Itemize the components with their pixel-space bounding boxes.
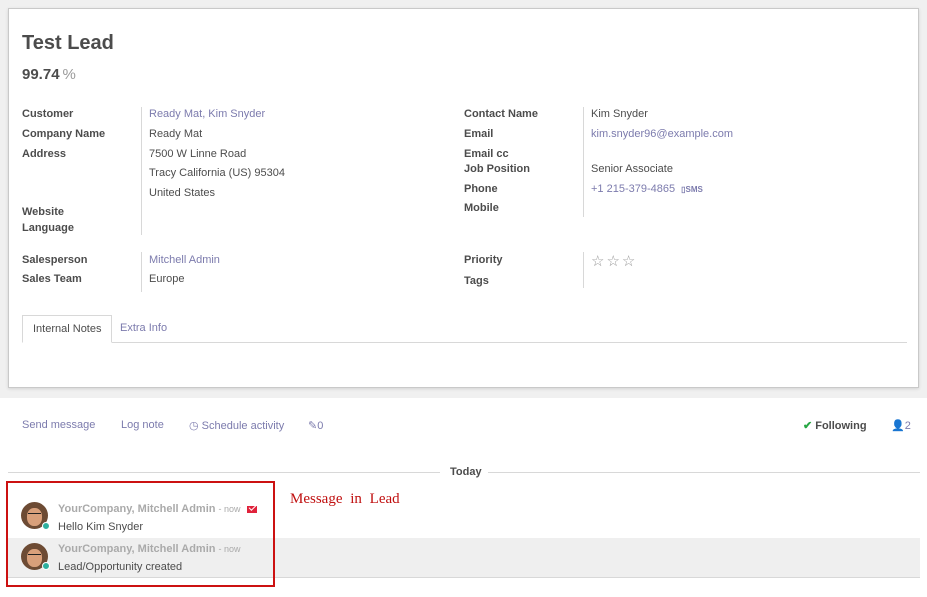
phone-label: Phone xyxy=(464,183,498,195)
sms-button[interactable]: ▯SMS xyxy=(681,185,703,194)
company-value[interactable]: Ready Mat xyxy=(149,128,202,140)
followers-count: 2 xyxy=(904,420,911,432)
company-label: Company Name xyxy=(22,128,106,140)
email-label: Email xyxy=(464,128,494,140)
contact-label: Contact Name xyxy=(464,108,538,120)
address-country[interactable]: United States xyxy=(149,187,215,199)
salesperson-label: Salesperson xyxy=(22,254,88,266)
clock-icon: ◷ xyxy=(189,420,199,432)
address-state[interactable]: California (US) xyxy=(179,167,251,179)
tab-internal-notes[interactable]: Internal Notes xyxy=(22,315,113,343)
tab-extra-info[interactable]: Extra Info xyxy=(110,315,177,343)
sales-team-value[interactable]: Europe xyxy=(149,273,184,285)
customer-label: Customer xyxy=(22,108,74,120)
log-note-button[interactable]: Log note xyxy=(121,419,164,431)
left-column-divider-2 xyxy=(141,252,142,292)
mobile-label: Mobile xyxy=(464,202,499,214)
sms-label: SMS xyxy=(685,185,703,194)
date-separator-line-left xyxy=(8,472,440,473)
date-separator-line-right xyxy=(488,472,920,473)
followers-button[interactable]: 👤2 xyxy=(891,419,911,432)
phone-value[interactable]: +1 215-379-4865 xyxy=(591,183,675,195)
left-column-divider xyxy=(141,107,142,235)
email-value[interactable]: kim.snyder96@example.com xyxy=(591,128,733,140)
salesperson-value[interactable]: Mitchell Admin xyxy=(149,254,220,266)
address-city[interactable]: Tracy xyxy=(149,167,176,179)
record-title[interactable]: Test Lead xyxy=(22,32,114,55)
website-label: Website xyxy=(22,206,64,218)
date-separator: Today xyxy=(450,466,482,478)
notebook-tabs: Internal Notes Extra Info xyxy=(22,315,907,343)
right-column-divider xyxy=(583,107,584,217)
probability-value[interactable]: 99.74 xyxy=(22,66,60,83)
address-zip[interactable]: 95304 xyxy=(254,167,285,179)
check-icon: ✔ xyxy=(803,420,813,432)
annotation-label: Message in Lead xyxy=(290,491,400,507)
user-icon: 👤 xyxy=(891,420,905,432)
send-message-button[interactable]: Send message xyxy=(22,419,95,431)
schedule-activity-button[interactable]: ◷ Schedule activity xyxy=(189,419,284,432)
sales-team-label: Sales Team xyxy=(22,273,82,285)
address-label: Address xyxy=(22,148,67,160)
attachments-count: 0 xyxy=(317,420,324,432)
job-position-label: Job Position xyxy=(464,163,530,175)
schedule-activity-label: Schedule activity xyxy=(201,420,285,432)
following-button[interactable]: ✔ Following xyxy=(803,419,867,432)
attachments-button[interactable]: ✎0 xyxy=(308,419,323,432)
form-sheet: Test Lead 99.74% Customer Ready Mat, Kim… xyxy=(8,8,919,388)
contact-value[interactable]: Kim Snyder xyxy=(591,108,648,120)
annotation-highlight-box xyxy=(6,481,275,587)
priority-label: Priority xyxy=(464,254,503,266)
right-column-divider-2 xyxy=(583,252,584,288)
address-city-line[interactable]: Tracy California (US) 95304 xyxy=(149,167,285,179)
email-cc-label: Email cc xyxy=(464,148,509,160)
paperclip-icon: ✎ xyxy=(308,420,318,432)
job-position-value[interactable]: Senior Associate xyxy=(591,163,673,175)
following-label: Following xyxy=(815,420,867,432)
probability[interactable]: 99.74% xyxy=(22,66,76,83)
phone-field[interactable]: +1 215-379-4865 ▯SMS xyxy=(591,183,703,195)
customer-value[interactable]: Ready Mat, Kim Snyder xyxy=(149,108,265,120)
tags-label: Tags xyxy=(464,275,489,287)
probability-unit: % xyxy=(62,66,76,83)
language-label: Language xyxy=(22,222,74,234)
priority-stars[interactable]: ☆☆☆ xyxy=(591,252,637,270)
address-street[interactable]: 7500 W Linne Road xyxy=(149,148,246,160)
